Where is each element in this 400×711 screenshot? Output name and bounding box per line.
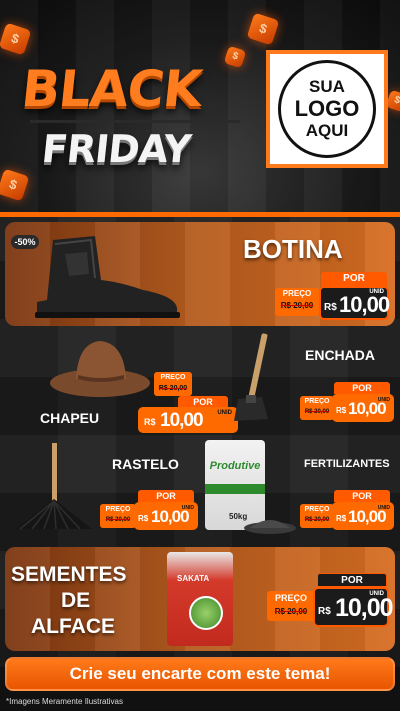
currency-label: R$ <box>144 417 156 427</box>
unit-label: UNID <box>181 505 194 511</box>
currency-label: R$ <box>138 514 149 523</box>
enchada-title: ENCHADA <box>305 347 375 363</box>
preco-label: PREÇO <box>304 398 330 405</box>
current-price-box: R$ 10,00 UNID <box>319 286 390 320</box>
old-price-box: PREÇO R$ 20,00 <box>300 504 334 528</box>
logo-text-line1: SUA <box>309 77 345 96</box>
discount-badge: -50% <box>11 235 39 249</box>
preco-label: PREÇO <box>282 289 312 298</box>
current-price-box: R$ 10,00 UNID <box>313 587 394 627</box>
hat-image <box>50 341 150 397</box>
botina-card[interactable]: -50% BOTINA POR PREÇO R$ 20,00 R$ 10,00 … <box>5 222 395 326</box>
rake-image <box>16 443 92 530</box>
sementes-card[interactable]: SEMENTES DE ALFACE SAKATA POR PREÇO R$ 2… <box>5 547 395 651</box>
old-price: R$ 20,00 <box>105 517 131 523</box>
fertilizer-band <box>205 484 265 494</box>
cta-button[interactable]: Crie seu encarte com este tema! <box>5 657 395 691</box>
chapeu-title: CHAPEU <box>40 410 100 426</box>
logo-placeholder[interactable]: SUA LOGO AQUI <box>266 50 388 168</box>
sementes-title-line3: ALFACE <box>31 615 115 638</box>
dollar-cube-icon: $ <box>246 12 280 46</box>
por-label: POR <box>317 573 387 587</box>
seed-packet-image: SAKATA <box>167 552 233 646</box>
unit-label: UNID <box>377 505 390 511</box>
hoe-image <box>234 333 268 421</box>
old-price: R$ 20,00 <box>304 409 330 415</box>
black-title: BLACK <box>18 60 205 118</box>
seed-packet-brand: SAKATA <box>177 574 210 583</box>
logo-text-line3: AQUI <box>305 121 349 140</box>
price-value: 10,00 <box>335 594 394 622</box>
por-label: POR <box>334 382 390 394</box>
dollar-cube-icon: $ <box>223 45 247 69</box>
boot-image <box>35 236 180 318</box>
dollar-cube-icon: $ <box>0 22 32 56</box>
currency-label: R$ <box>336 406 347 415</box>
price-value: 10,00 <box>339 292 390 317</box>
current-price-box: R$ 10,00 UNID <box>332 394 394 422</box>
current-price-box: R$ 10,00 UNID <box>332 502 394 530</box>
disclaimer-text: *Imagens Meramente Ilustrativas <box>6 697 123 706</box>
preco-label: PREÇO <box>105 506 131 513</box>
por-label: POR <box>334 490 390 502</box>
sementes-price-tag: POR PREÇO R$ 20,00 R$ 10,00 UNID <box>267 573 394 633</box>
unit-label: UNID <box>369 289 384 295</box>
logo-circle: SUA LOGO AQUI <box>278 60 376 158</box>
current-price-box: R$ 10,00 UNID <box>138 407 238 433</box>
fertilizantes-price-tag: POR PREÇO R$ 20,00 R$ 10,00 UNID <box>300 490 396 534</box>
fertilizer-granules-image <box>244 520 296 534</box>
currency-label: R$ <box>336 514 347 523</box>
current-price-box: R$ 10,00 UNID <box>134 502 198 530</box>
old-price-box: PREÇO R$ 20,00 <box>100 504 136 528</box>
unit-label: UNID <box>217 410 232 416</box>
rastelo-price-tag: POR PREÇO R$ 20,00 R$ 10,00 UNID <box>100 490 200 534</box>
currency-label: R$ <box>324 302 337 313</box>
fertilizantes-title: FERTILIZANTES <box>304 458 390 470</box>
sementes-title-line2: DE <box>61 589 91 612</box>
old-price: R$ 20,00 <box>304 517 330 523</box>
old-price-box: PREÇO R$ 20,00 <box>300 396 334 420</box>
old-price: R$ 20,00 <box>280 301 314 310</box>
botina-price-tag: POR PREÇO R$ 20,00 R$ 10,00 UNID <box>275 272 391 322</box>
friday-title: FRIDAY <box>39 127 193 171</box>
unit-label: UNID <box>369 591 384 597</box>
old-price-box: PREÇO R$ 20,00 <box>275 288 319 316</box>
preco-label: PREÇO <box>304 506 330 513</box>
rastelo-title: RASTELO <box>112 456 179 472</box>
por-label: POR <box>321 272 387 286</box>
por-label: POR <box>138 490 194 502</box>
old-price-box: PREÇO R$ 20,00 <box>154 372 192 396</box>
old-price: R$ 20,00 <box>274 607 308 616</box>
old-price: R$ 20,00 <box>158 385 188 392</box>
fertilizer-brand: Produtive <box>209 460 261 472</box>
unit-label: UNID <box>377 397 390 403</box>
sementes-title-line1: SEMENTES <box>11 563 127 586</box>
enchada-price-tag: POR PREÇO R$ 20,00 R$ 10,00 UNID <box>300 382 396 426</box>
price-value: 10,00 <box>160 410 204 431</box>
logo-text-line2: LOGO <box>294 96 360 121</box>
currency-label: R$ <box>318 606 331 617</box>
botina-title: BOTINA <box>243 234 343 264</box>
header-banner: $ $ $ $ $ BLACK FRIDAY SUA LOGO AQUI <box>0 0 400 215</box>
old-price-box: PREÇO R$ 20,00 <box>267 591 315 621</box>
preco-label: PREÇO <box>160 374 186 381</box>
lettuce-graphic <box>189 596 223 630</box>
dollar-cube-icon: $ <box>0 168 30 202</box>
preco-label: PREÇO <box>274 593 307 603</box>
